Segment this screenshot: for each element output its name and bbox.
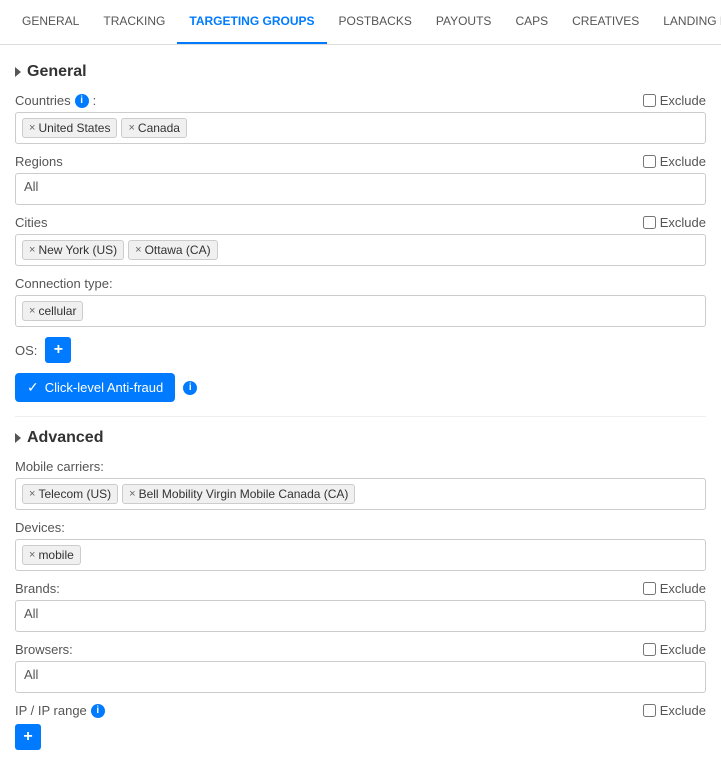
general-section-title: General	[27, 63, 87, 81]
antifraud-checkmark-icon: ✓	[27, 379, 39, 396]
regions-row: Regions Exclude All	[15, 154, 706, 205]
general-collapse-triangle[interactable]	[15, 67, 21, 77]
os-label: OS:	[15, 343, 37, 358]
antifraud-info-icon[interactable]: i	[183, 381, 197, 395]
brands-row: Brands: Exclude All	[15, 581, 706, 632]
brands-exclude-label[interactable]: Exclude	[643, 581, 706, 596]
carrier-tag-bell: × Bell Mobility Virgin Mobile Canada (CA…	[122, 484, 355, 504]
countries-tag-ca-remove[interactable]: ×	[128, 122, 134, 134]
nav-caps[interactable]: CAPS	[503, 0, 560, 44]
devices-label-row: Devices:	[15, 520, 706, 535]
regions-label: Regions	[15, 154, 63, 169]
ip-row: IP / IP range i Exclude +	[15, 703, 706, 750]
nav-landing-pages[interactable]: LANDING PAGES	[651, 0, 721, 44]
countries-exclude-label[interactable]: Exclude	[643, 93, 706, 108]
browsers-row: Browsers: Exclude All	[15, 642, 706, 693]
nav-general[interactable]: GENERAL	[10, 0, 91, 44]
antifraud-label: Click-level Anti-fraud	[45, 380, 164, 395]
devices-label: Devices:	[15, 520, 65, 535]
regions-exclude-checkbox[interactable]	[643, 155, 656, 168]
connection-type-label: Connection type:	[15, 276, 113, 291]
antifraud-row: ✓ Click-level Anti-fraud i	[15, 373, 706, 402]
cities-exclude-checkbox[interactable]	[643, 216, 656, 229]
os-add-button[interactable]: +	[45, 337, 71, 363]
nav-targeting-groups[interactable]: TARGETING GROUPS	[177, 0, 326, 44]
countries-exclude-checkbox[interactable]	[643, 94, 656, 107]
device-tag-mobile: × mobile	[22, 545, 81, 565]
devices-row: Devices: × mobile	[15, 520, 706, 571]
regions-exclude-label[interactable]: Exclude	[643, 154, 706, 169]
connection-type-label-row: Connection type:	[15, 276, 706, 291]
nav-tracking[interactable]: TRACKING	[91, 0, 177, 44]
advanced-section-title: Advanced	[27, 429, 103, 447]
advanced-section-header: Advanced	[15, 429, 706, 447]
nav-creatives[interactable]: CREATIVES	[560, 0, 651, 44]
browsers-exclude-label[interactable]: Exclude	[643, 642, 706, 657]
countries-label-row: Countries i : Exclude	[15, 93, 706, 108]
cities-tag-ottawa: × Ottawa (CA)	[128, 240, 217, 260]
countries-row: Countries i : Exclude × United States × …	[15, 93, 706, 144]
browsers-exclude-checkbox[interactable]	[643, 643, 656, 656]
advanced-collapse-triangle[interactable]	[15, 433, 21, 443]
cities-exclude-label[interactable]: Exclude	[643, 215, 706, 230]
countries-label: Countries	[15, 93, 71, 108]
browsers-label: Browsers:	[15, 642, 73, 657]
countries-tag-ca: × Canada	[121, 118, 186, 138]
nav-payouts[interactable]: PAYOUTS	[424, 0, 504, 44]
ip-label-row: IP / IP range i Exclude	[15, 703, 706, 718]
regions-input[interactable]: All	[15, 173, 706, 205]
countries-tag-us-remove[interactable]: ×	[29, 122, 35, 134]
cities-row: Cities Exclude × New York (US) × Ottawa …	[15, 215, 706, 266]
browsers-label-row: Browsers: Exclude	[15, 642, 706, 657]
cities-label: Cities	[15, 215, 48, 230]
nav-postbacks[interactable]: POSTBACKS	[327, 0, 424, 44]
top-nav: GENERAL TRACKING TARGETING GROUPS POSTBA…	[0, 0, 721, 45]
brands-exclude-checkbox[interactable]	[643, 582, 656, 595]
carrier-tag-telecom-remove[interactable]: ×	[29, 488, 35, 500]
devices-tag-box[interactable]: × mobile	[15, 539, 706, 571]
regions-label-row: Regions Exclude	[15, 154, 706, 169]
brands-input[interactable]: All	[15, 600, 706, 632]
countries-tag-box[interactable]: × United States × Canada	[15, 112, 706, 144]
ip-exclude-checkbox[interactable]	[643, 704, 656, 717]
ip-label: IP / IP range	[15, 703, 87, 718]
browsers-input[interactable]: All	[15, 661, 706, 693]
mobile-carriers-tag-box[interactable]: × Telecom (US) × Bell Mobility Virgin Mo…	[15, 478, 706, 510]
mobile-carriers-label: Mobile carriers:	[15, 459, 104, 474]
device-tag-mobile-remove[interactable]: ×	[29, 549, 35, 561]
cities-label-row: Cities Exclude	[15, 215, 706, 230]
carrier-tag-telecom: × Telecom (US)	[22, 484, 118, 504]
cities-tag-ottawa-remove[interactable]: ×	[135, 244, 141, 256]
antifraud-button[interactable]: ✓ Click-level Anti-fraud	[15, 373, 175, 402]
os-row: OS: +	[15, 337, 706, 363]
connection-type-row: Connection type: × cellular	[15, 276, 706, 327]
connection-tag-cellular: × cellular	[22, 301, 83, 321]
ip-exclude-label[interactable]: Exclude	[643, 703, 706, 718]
brands-label-row: Brands: Exclude	[15, 581, 706, 596]
mobile-carriers-row: Mobile carriers: × Telecom (US) × Bell M…	[15, 459, 706, 510]
countries-info-icon[interactable]: i	[75, 94, 89, 108]
carrier-tag-bell-remove[interactable]: ×	[129, 488, 135, 500]
general-section-header: General	[15, 63, 706, 81]
connection-tag-cellular-remove[interactable]: ×	[29, 305, 35, 317]
mobile-carriers-label-row: Mobile carriers:	[15, 459, 706, 474]
countries-tag-us: × United States	[22, 118, 117, 138]
section-divider	[15, 416, 706, 417]
content-area: General Countries i : Exclude × United S…	[0, 45, 721, 770]
cities-tag-box[interactable]: × New York (US) × Ottawa (CA)	[15, 234, 706, 266]
cities-tag-ny-remove[interactable]: ×	[29, 244, 35, 256]
ip-add-button[interactable]: +	[15, 724, 41, 750]
connection-type-tag-box[interactable]: × cellular	[15, 295, 706, 327]
cities-tag-ny: × New York (US)	[22, 240, 124, 260]
brands-label: Brands:	[15, 581, 60, 596]
ip-info-icon[interactable]: i	[91, 704, 105, 718]
